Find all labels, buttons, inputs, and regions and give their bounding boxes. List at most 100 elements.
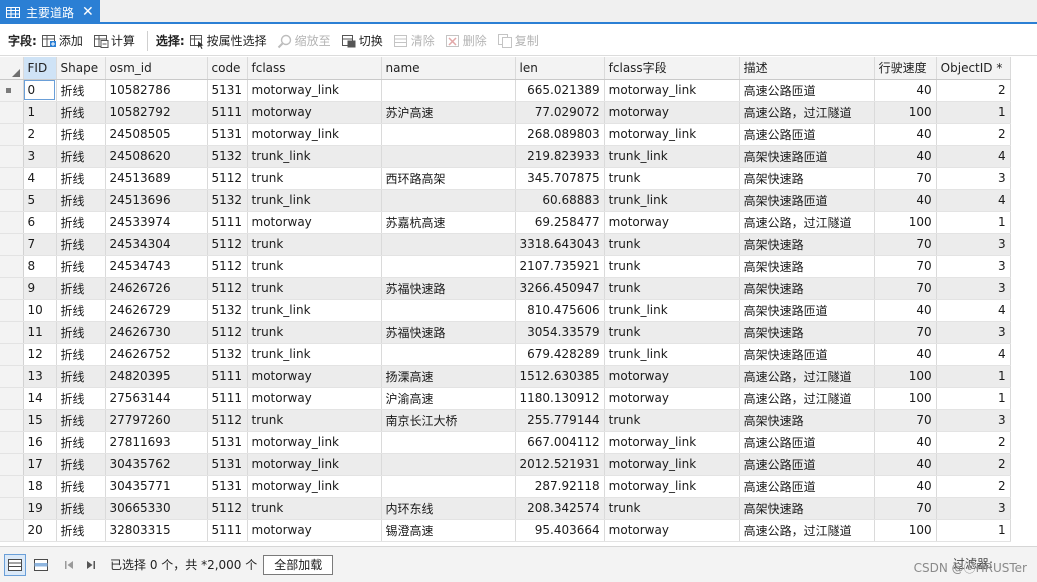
cell-code[interactable]: 5112 bbox=[207, 167, 248, 190]
table-row[interactable]: 19 折线 30665330 5112 trunk 内环东线 208.342574 trunk… bbox=[0, 497, 1011, 520]
cell-description[interactable]: 高架快速路 bbox=[739, 167, 875, 190]
cell-code[interactable]: 5112 bbox=[207, 233, 248, 256]
cell-osm-id[interactable]: 24820395 bbox=[105, 365, 208, 388]
cell-name[interactable]: 沪渝高速 bbox=[381, 387, 516, 410]
cell-shape[interactable]: 折线 bbox=[56, 453, 106, 476]
table-row[interactable]: 4 折线 24513689 5112 trunk 西环路高架 345.707875 trunk… bbox=[0, 167, 1011, 190]
show-selected-records-button[interactable] bbox=[30, 554, 52, 576]
cell-fid[interactable]: 0 bbox=[23, 79, 57, 102]
cell-fclass-field[interactable]: trunk_link bbox=[604, 145, 740, 168]
cell-name[interactable] bbox=[381, 123, 516, 146]
cell-speed[interactable]: 40 bbox=[874, 189, 937, 212]
cell-osm-id[interactable]: 24508505 bbox=[105, 123, 208, 146]
column-header-name[interactable]: name bbox=[381, 57, 516, 80]
column-header-code[interactable]: code bbox=[207, 57, 248, 80]
cell-fclass[interactable]: motorway bbox=[247, 519, 382, 542]
cell-len[interactable]: 60.68883 bbox=[515, 189, 605, 212]
cell-len[interactable]: 268.089803 bbox=[515, 123, 605, 146]
cell-len[interactable]: 287.92118 bbox=[515, 475, 605, 498]
cell-objectid[interactable]: 4 bbox=[936, 343, 1011, 366]
cell-objectid[interactable]: 2 bbox=[936, 79, 1011, 102]
table-row[interactable]: 20 折线 32803315 5111 motorway 锡澄高速 95.403664 mot… bbox=[0, 519, 1011, 542]
row-selector[interactable] bbox=[0, 123, 24, 146]
cell-fid[interactable]: 1 bbox=[23, 101, 57, 124]
cell-fclass-field[interactable]: trunk_link bbox=[604, 299, 740, 322]
cell-fclass[interactable]: trunk_link bbox=[247, 189, 382, 212]
cell-objectid[interactable]: 1 bbox=[936, 365, 1011, 388]
cell-len[interactable]: 208.342574 bbox=[515, 497, 605, 520]
cell-speed[interactable]: 70 bbox=[874, 233, 937, 256]
cell-name[interactable] bbox=[381, 343, 516, 366]
cell-name[interactable] bbox=[381, 475, 516, 498]
cell-len[interactable]: 3318.643043 bbox=[515, 233, 605, 256]
cell-description[interactable]: 高速公路，过江隧道 bbox=[739, 519, 875, 542]
cell-name[interactable]: 锡澄高速 bbox=[381, 519, 516, 542]
cell-len[interactable]: 1180.130912 bbox=[515, 387, 605, 410]
cell-fclass[interactable]: trunk_link bbox=[247, 145, 382, 168]
cell-fclass[interactable]: motorway bbox=[247, 211, 382, 234]
cell-osm-id[interactable]: 10582792 bbox=[105, 101, 208, 124]
cell-fclass-field[interactable]: trunk bbox=[604, 233, 740, 256]
cell-fid[interactable]: 7 bbox=[23, 233, 57, 256]
table-row[interactable]: 1 折线 10582792 5111 motorway 苏沪高速 77.029072 moto… bbox=[0, 101, 1011, 124]
cell-len[interactable]: 667.004112 bbox=[515, 431, 605, 454]
cell-name[interactable]: 内环东线 bbox=[381, 497, 516, 520]
cell-osm-id[interactable]: 24513696 bbox=[105, 189, 208, 212]
cell-speed[interactable]: 40 bbox=[874, 79, 937, 102]
cell-code[interactable]: 5112 bbox=[207, 255, 248, 278]
cell-fclass-field[interactable]: motorway bbox=[604, 365, 740, 388]
cell-name[interactable] bbox=[381, 255, 516, 278]
table-row[interactable]: 14 折线 27563144 5111 motorway 沪渝高速 1180.130912 m… bbox=[0, 387, 1011, 410]
row-selector[interactable] bbox=[0, 453, 24, 476]
cell-speed[interactable]: 40 bbox=[874, 299, 937, 322]
cell-osm-id[interactable]: 24533974 bbox=[105, 211, 208, 234]
cell-fclass[interactable]: motorway_link bbox=[247, 79, 382, 102]
row-selector[interactable] bbox=[0, 409, 24, 432]
cell-code[interactable]: 5112 bbox=[207, 277, 248, 300]
row-selector[interactable] bbox=[0, 497, 24, 520]
column-header-osm-id[interactable]: osm_id bbox=[105, 57, 208, 80]
cell-len[interactable]: 69.258477 bbox=[515, 211, 605, 234]
cell-description[interactable]: 高速公路，过江隧道 bbox=[739, 211, 875, 234]
column-header-fid[interactable]: FID bbox=[23, 57, 57, 80]
cell-fclass[interactable]: motorway bbox=[247, 387, 382, 410]
cell-description[interactable]: 高架快速路匝道 bbox=[739, 343, 875, 366]
cell-osm-id[interactable]: 24534743 bbox=[105, 255, 208, 278]
cell-fid[interactable]: 13 bbox=[23, 365, 57, 388]
add-field-button[interactable]: 添加 bbox=[41, 32, 83, 49]
cell-objectid[interactable]: 1 bbox=[936, 101, 1011, 124]
cell-description[interactable]: 高架快速路 bbox=[739, 255, 875, 278]
table-row[interactable]: 13 折线 24820395 5111 motorway 扬溧高速 1512.630385 m… bbox=[0, 365, 1011, 388]
cell-description[interactable]: 高架快速路 bbox=[739, 409, 875, 432]
row-selector[interactable] bbox=[0, 519, 24, 542]
cell-description[interactable]: 高速公路，过江隧道 bbox=[739, 101, 875, 124]
cell-objectid[interactable]: 3 bbox=[936, 167, 1011, 190]
cell-description[interactable]: 高速公路，过江隧道 bbox=[739, 365, 875, 388]
last-record-button[interactable] bbox=[82, 554, 100, 576]
cell-speed[interactable]: 40 bbox=[874, 123, 937, 146]
cell-shape[interactable]: 折线 bbox=[56, 343, 106, 366]
cell-len[interactable]: 345.707875 bbox=[515, 167, 605, 190]
cell-fclass-field[interactable]: trunk bbox=[604, 497, 740, 520]
column-header-objectid[interactable]: ObjectID * bbox=[936, 57, 1011, 80]
cell-shape[interactable]: 折线 bbox=[56, 321, 106, 344]
cell-description[interactable]: 高架快速路匝道 bbox=[739, 299, 875, 322]
cell-fclass[interactable]: trunk bbox=[247, 255, 382, 278]
cell-len[interactable]: 255.779144 bbox=[515, 409, 605, 432]
cell-fclass-field[interactable]: trunk bbox=[604, 321, 740, 344]
cell-fclass[interactable]: trunk bbox=[247, 277, 382, 300]
cell-speed[interactable]: 40 bbox=[874, 475, 937, 498]
cell-fclass[interactable]: trunk bbox=[247, 497, 382, 520]
cell-fid[interactable]: 5 bbox=[23, 189, 57, 212]
row-selector[interactable] bbox=[0, 387, 24, 410]
cell-shape[interactable]: 折线 bbox=[56, 519, 106, 542]
row-selector[interactable] bbox=[0, 475, 24, 498]
cell-code[interactable]: 5132 bbox=[207, 189, 248, 212]
cell-description[interactable]: 高架快速路 bbox=[739, 233, 875, 256]
table-row[interactable]: 16 折线 27811693 5131 motorway_link 667.004112 m… bbox=[0, 431, 1011, 454]
cell-description[interactable]: 高速公路匝道 bbox=[739, 431, 875, 454]
row-selector[interactable] bbox=[0, 167, 24, 190]
column-header-speed[interactable]: 行驶速度 bbox=[874, 57, 937, 80]
cell-speed[interactable]: 100 bbox=[874, 519, 937, 542]
close-icon[interactable]: ✕ bbox=[82, 5, 94, 19]
